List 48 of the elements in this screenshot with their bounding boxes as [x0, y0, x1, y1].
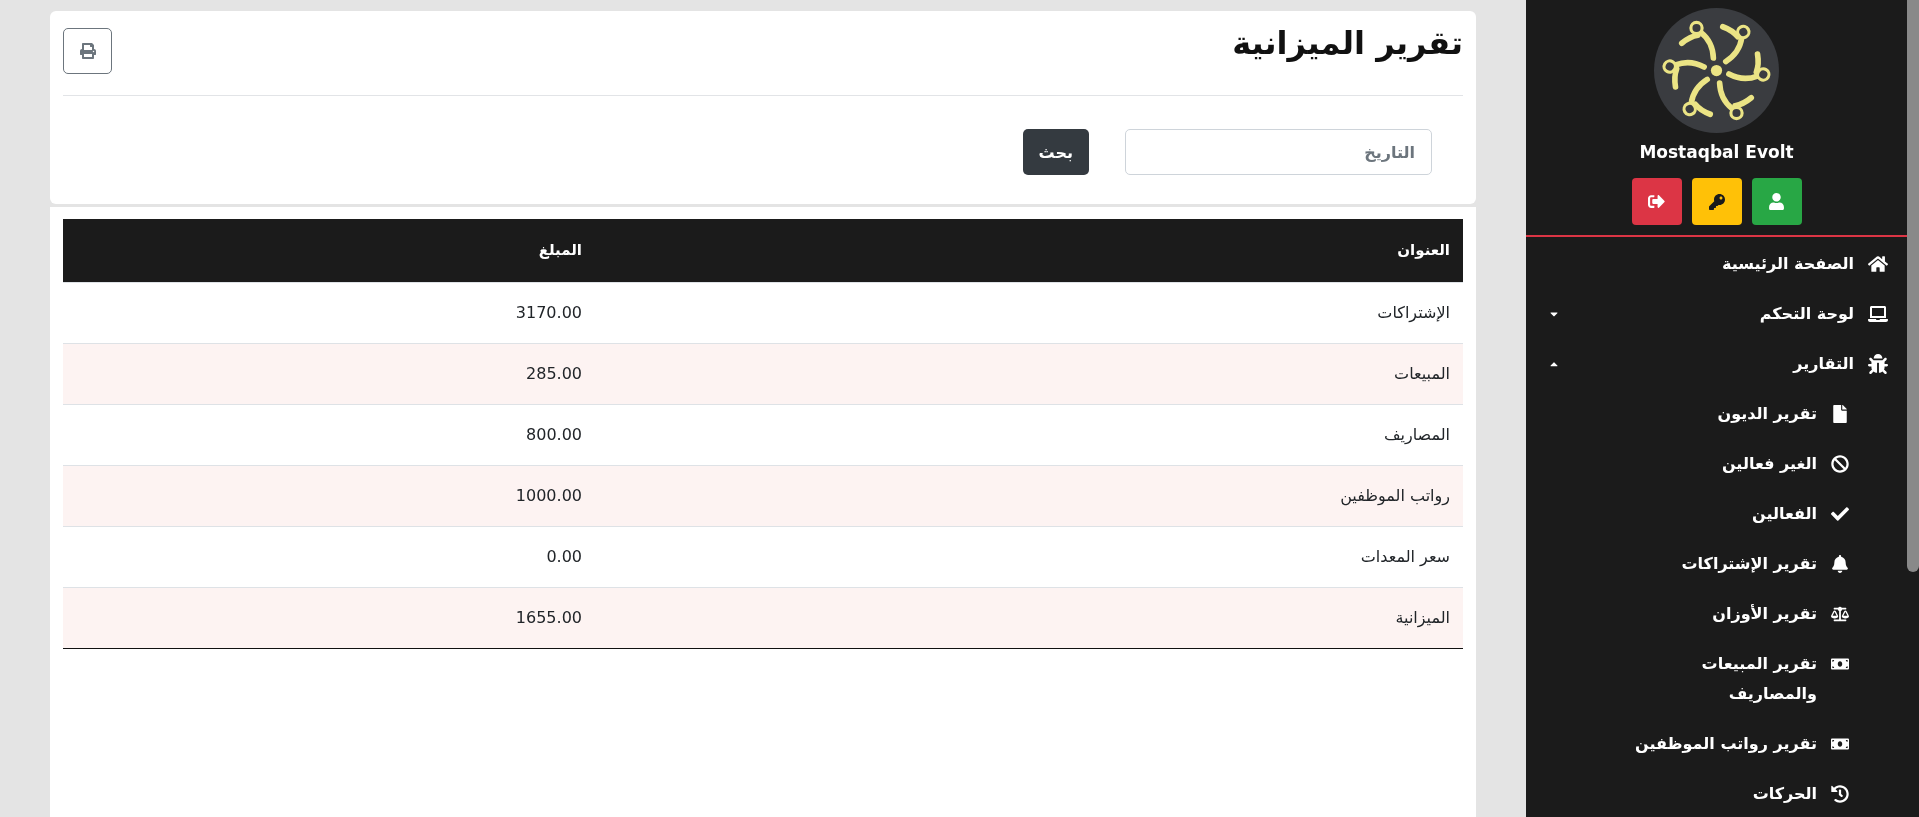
profile-button[interactable] — [1751, 178, 1802, 225]
table-cell: سعر المعدات — [595, 526, 1463, 587]
table-cell: الإشتراكات — [595, 282, 1463, 343]
table-cell: 1000.00 — [63, 465, 595, 526]
page-title: تقرير الميزانية — [1232, 23, 1463, 64]
logo-icon — [1654, 8, 1779, 133]
table-cell: 1655.00 — [63, 587, 595, 648]
table-cell: المبيعات — [595, 343, 1463, 404]
check-icon — [1831, 505, 1849, 523]
scrollbar-thumb[interactable] — [1907, 0, 1919, 572]
table-cell: 285.00 — [63, 343, 595, 404]
table-cell: 3170.00 — [63, 282, 595, 343]
brand-name: Mostaqbal Evolt — [1639, 142, 1794, 162]
submenu-item[interactable]: الغير فعالين — [1721, 439, 1907, 489]
submenu-item[interactable]: الحركات — [1752, 769, 1907, 817]
menu-item[interactable]: لوحة التحكم — [1526, 289, 1907, 339]
column-header: العنوان — [595, 219, 1463, 282]
table-cell: 800.00 — [63, 404, 595, 465]
menu-item[interactable]: التقارير — [1526, 339, 1907, 389]
search-button[interactable]: بحث — [1022, 129, 1089, 175]
submenu-item[interactable]: تقرير المبيعات والمصاريف — [1622, 639, 1907, 719]
print-button[interactable] — [63, 28, 112, 74]
scales-icon — [1831, 605, 1849, 623]
printer-icon — [79, 43, 96, 59]
table-cell: المصاريف — [595, 404, 1463, 465]
ban-icon — [1831, 455, 1849, 473]
table-cell: 0.00 — [63, 526, 595, 587]
key-icon — [1708, 193, 1725, 210]
key-button[interactable] — [1691, 178, 1742, 225]
table-cell: الميزانية — [595, 587, 1463, 648]
laptop-icon — [1868, 304, 1888, 324]
submenu-item[interactable]: تقرير الديون — [1717, 389, 1907, 439]
user-icon — [1768, 193, 1785, 210]
bug-icon — [1868, 354, 1888, 374]
column-header: المبلغ — [63, 219, 595, 282]
date-field[interactable]: التاريخ — [1125, 129, 1432, 175]
logout-button[interactable] — [1631, 178, 1682, 225]
history-icon — [1831, 785, 1849, 803]
submenu-item[interactable]: تقرير الأوزان — [1712, 589, 1907, 639]
submenu-item[interactable]: الفعالين — [1752, 489, 1907, 539]
file-icon — [1831, 405, 1849, 423]
home-icon — [1868, 254, 1888, 274]
submenu-item[interactable]: تقرير رواتب الموظفين — [1635, 719, 1907, 769]
menu-item[interactable]: الصفحة الرئيسية — [1526, 239, 1907, 289]
bell-icon — [1831, 555, 1849, 573]
submenu-item[interactable]: تقرير الإشتراكات — [1681, 539, 1907, 589]
logout-icon — [1648, 193, 1665, 210]
table-cell: رواتب الموظفين — [595, 465, 1463, 526]
